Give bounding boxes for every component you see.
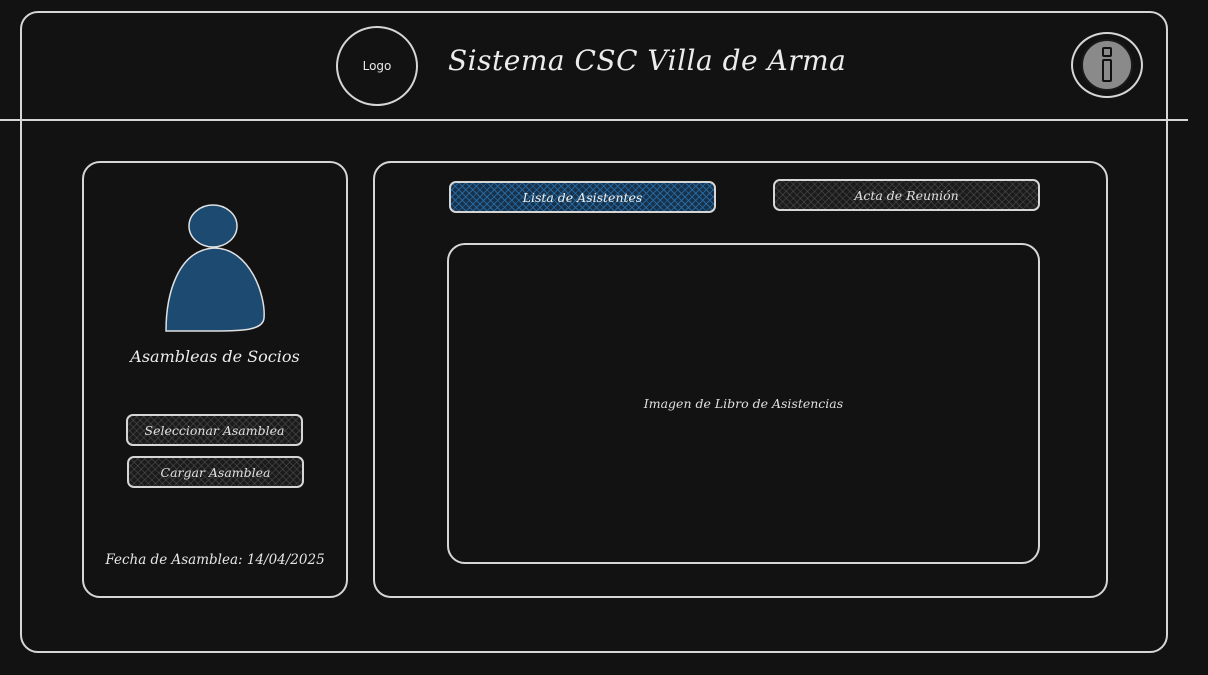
- header-divider: [0, 119, 1188, 121]
- tab-attendees-label: Lista de Asistentes: [522, 189, 643, 205]
- load-assembly-button[interactable]: Cargar Asamblea: [127, 456, 304, 488]
- section-title: Asambleas de Socios: [130, 347, 300, 366]
- user-avatar-icon: [165, 204, 265, 332]
- select-assembly-button[interactable]: Seleccionar Asamblea: [126, 414, 303, 446]
- tab-attendees-list[interactable]: Lista de Asistentes: [449, 181, 716, 213]
- select-assembly-label: Seleccionar Asamblea: [144, 422, 285, 438]
- logo-text: Logo: [362, 59, 392, 73]
- image-placeholder-text: Imagen de Libro de Asistencias: [643, 396, 844, 411]
- page-title: Sistema CSC Villa de Arma: [448, 44, 847, 77]
- assembly-date: Fecha de Asamblea: 14/04/2025: [105, 552, 325, 568]
- tab-meeting-minutes[interactable]: Acta de Reunión: [773, 179, 1040, 211]
- attendance-book-image: Imagen de Libro de Asistencias: [447, 243, 1040, 564]
- info-button[interactable]: [1071, 32, 1143, 98]
- logo: Logo: [336, 26, 418, 106]
- info-icon: [1081, 39, 1133, 91]
- tab-minutes-label: Acta de Reunión: [854, 187, 959, 203]
- load-assembly-label: Cargar Asamblea: [160, 464, 271, 480]
